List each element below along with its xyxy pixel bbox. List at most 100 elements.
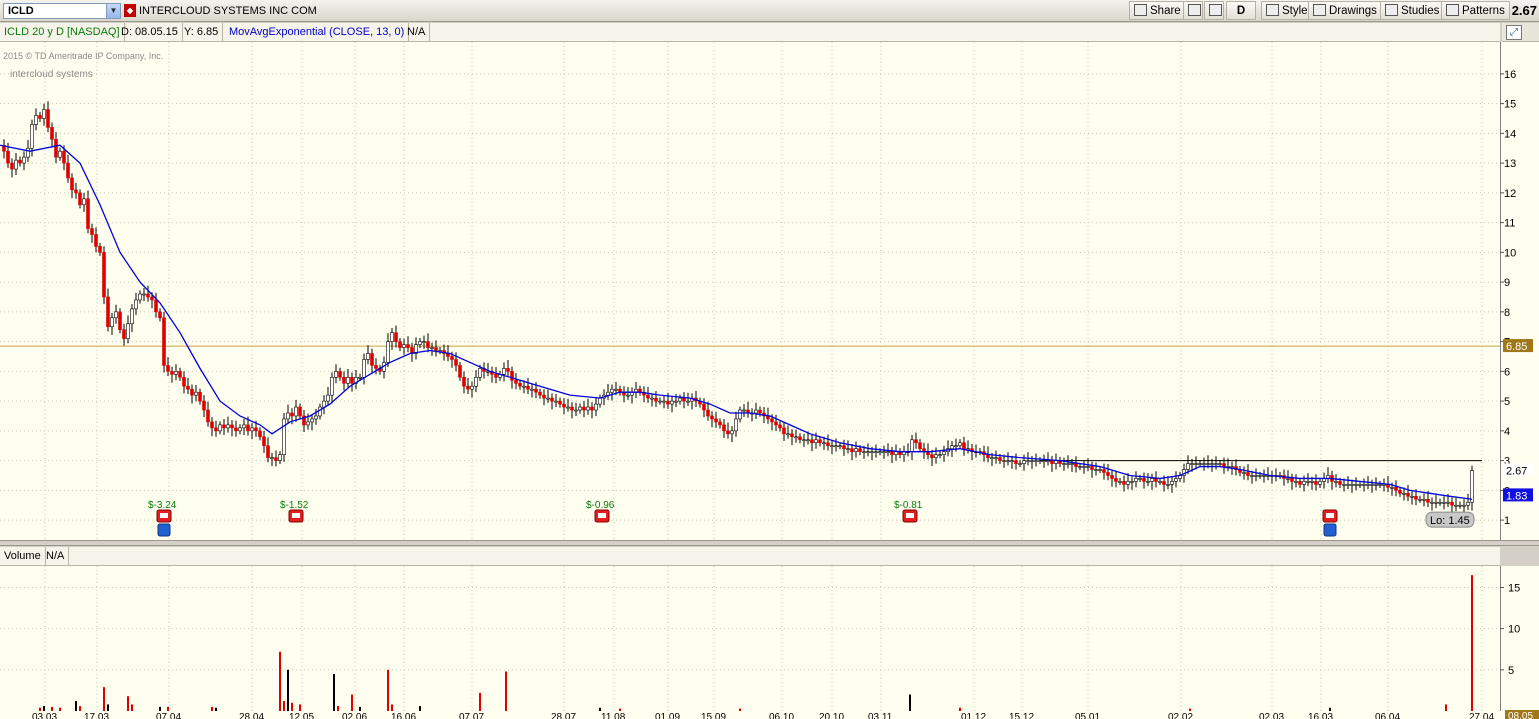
panel-splitter[interactable] [0,540,1539,546]
earnings-markers[interactable]: $-3.24 $-1.52 $-0.96 $-0.81 [148,500,1338,537]
candle-body [1426,498,1430,503]
candle-body [1162,481,1166,485]
candle-body [530,388,534,391]
price-chart-svg[interactable]: 2015 © TD Ameritrade IP Company, Inc. in… [0,42,1539,540]
candle-body [10,162,14,170]
studies-icon [1385,4,1398,16]
candle-body [1154,478,1158,482]
candle-body [42,109,46,119]
volume-label[interactable]: Volume [0,547,46,566]
period-button[interactable]: D [1226,1,1256,20]
volume-bar [299,704,301,711]
volume-bar [127,696,129,711]
price-tick-label: 8 [1504,307,1510,319]
symbol-value: ICLD [8,5,34,17]
patterns-button[interactable]: Patterns [1441,1,1510,20]
company-name: INTERCLOUD SYSTEMS INC COM [139,5,317,17]
candle-body [1014,460,1018,464]
candle-body [882,451,886,453]
date-tick-label: 16.03 [1308,712,1333,719]
zoom-icon[interactable]: ⤢ [1506,25,1522,40]
candle-body [370,353,374,366]
candle-body [1070,463,1074,465]
candle-body [542,394,546,399]
volume-value: N/A [42,547,70,566]
price-chart[interactable]: 2015 © TD Ameritrade IP Company, Inc. in… [0,42,1539,540]
candle-body [998,457,1002,461]
candle-body [162,317,166,366]
candle-body [538,391,542,396]
symbol-input[interactable]: ICLD ▼ [3,3,121,19]
price-tick-label: 10 [1504,247,1516,259]
date-tick-label: 17.03 [84,712,109,719]
candle-body [1410,495,1414,498]
candle-body [706,409,710,417]
candle-body [606,391,610,396]
volume-info-bar: Volume N/A [0,547,1500,566]
candle-body [958,442,962,447]
drawings-button[interactable]: Drawings [1308,1,1382,20]
candle-body [1458,504,1462,507]
candle-body [234,427,238,432]
candle-body [862,451,866,453]
volume-chart-svg[interactable]: 15 10 5 [0,566,1539,711]
candle-body [570,406,574,411]
candle-body [262,436,266,447]
volume-bar [291,702,293,711]
date-tick-label: 02.02 [1168,712,1193,719]
candle-body [314,415,318,420]
chevron-down-icon[interactable]: ▼ [106,4,120,18]
price-axis[interactable]: 161514131211109876543216.852.671.83Lo: 1… [1425,42,1533,540]
candle-body [950,445,954,450]
volume-bar [103,687,105,711]
study-value: N/A [403,23,431,42]
pencil-icon [1313,4,1326,16]
candle-body [362,359,366,378]
candle-body [1262,475,1266,477]
candle-body [590,406,594,411]
candle-body [742,409,746,412]
share-button[interactable]: Share [1129,1,1186,20]
candle-body [258,430,262,438]
date-tick-label: 02.03 [1259,712,1284,719]
tools-button[interactable] [1204,1,1224,20]
settings-button[interactable] [1183,1,1203,20]
style-button[interactable]: Style [1261,1,1313,20]
price-tick-label: 16 [1504,69,1516,81]
candle-body [938,454,942,456]
price-tick-label: 14 [1504,128,1516,140]
symbol-flag-icon[interactable]: ◆ [124,4,136,17]
candle-body [1306,481,1310,483]
candle-body [274,457,278,461]
candle-body [430,347,434,349]
volume-bar [1445,704,1447,711]
candle-body [802,439,806,442]
candle-body [598,397,602,405]
candle-body [334,371,338,378]
candle-body [1230,466,1234,468]
chart-title[interactable]: ICLD 20 y D [NASDAQ] [0,23,125,42]
crosshair-price-label: 6.85 [1506,341,1527,353]
candle-body [1138,478,1142,480]
candle-body [1314,481,1318,485]
candle-body [1126,481,1130,485]
candle-body [1290,478,1294,482]
candle-body [794,436,798,439]
candle-body [1470,470,1474,503]
date-tick-label: 15.12 [1009,712,1034,719]
volume-chart[interactable]: 15 10 5 [0,566,1539,711]
candle-body [474,376,478,387]
candle-body [374,365,378,369]
candle-body [1294,481,1298,483]
candle-body [586,406,590,411]
cursor-y: Y: 6.85 [180,23,224,42]
date-axis[interactable]: 03.03 17.03 07.04 28.04 12.05 02.06 16.06 07.07… [0,710,1539,719]
earnings-icon-glyph [598,513,606,518]
candle-body [1442,501,1446,504]
study-label[interactable]: MovAvgExponential (CLOSE, 13, 0) [225,23,410,42]
studies-button[interactable]: Studies [1380,1,1445,20]
candle-body [798,436,802,441]
candle-body [834,445,838,448]
candle-body [1082,466,1086,468]
earnings-label: $-0.96 [586,500,615,511]
